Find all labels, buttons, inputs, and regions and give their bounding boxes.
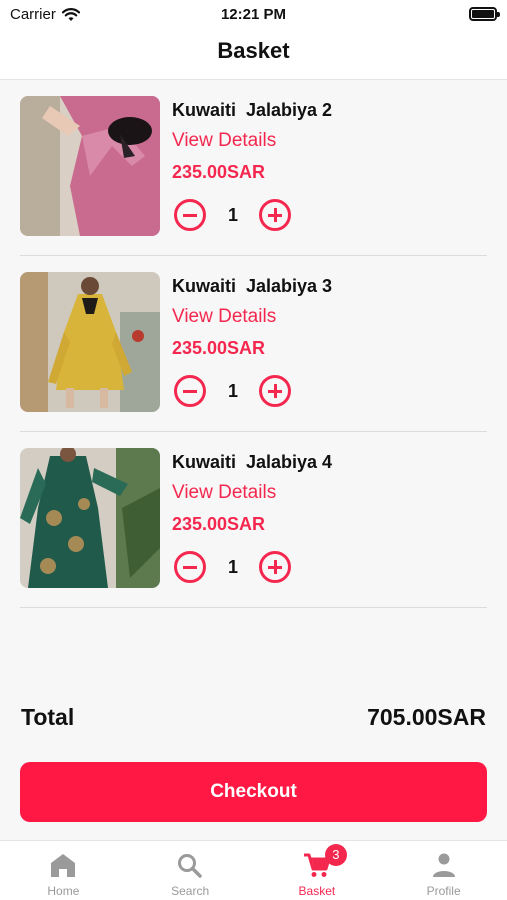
item-price: 235.00SAR xyxy=(172,514,266,534)
tab-home-label: Home xyxy=(47,884,80,898)
total-label: Total xyxy=(21,704,75,730)
basket-item: Kuwaiti Jalabiya 2 View Details 235.00SA… xyxy=(20,80,487,256)
tab-home[interactable]: Home xyxy=(0,841,127,900)
quantity-value: 1 xyxy=(227,381,238,401)
increase-quantity-button[interactable] xyxy=(259,199,291,231)
home-icon xyxy=(48,851,78,879)
basket-count-badge: 3 xyxy=(324,844,347,866)
checkout-button[interactable]: Checkout xyxy=(20,762,487,822)
battery-icon xyxy=(469,7,500,21)
basket-item: Kuwaiti Jalabiya 4 View Details 235.00SA… xyxy=(20,432,487,608)
item-price: 235.00SAR xyxy=(172,162,266,182)
quantity-stepper: 1 xyxy=(172,197,294,233)
view-details-link[interactable]: View Details xyxy=(172,306,276,328)
item-name: Kuwaiti Jalabiya 2 xyxy=(172,100,333,120)
yellow-dress-photo[interactable] xyxy=(20,272,160,412)
quantity-stepper: 1 xyxy=(172,373,294,409)
tab-profile[interactable]: Profile xyxy=(380,841,507,900)
item-name: Kuwaiti Jalabiya 4 xyxy=(172,452,333,472)
status-bar: Carrier 12:21 PM xyxy=(0,0,507,30)
tab-search-label: Search xyxy=(171,884,210,898)
increase-quantity-button[interactable] xyxy=(259,375,291,407)
basket-item: Kuwaiti Jalabiya 3 View Details 235.00SA… xyxy=(20,256,487,432)
quantity-value: 1 xyxy=(227,205,238,225)
decrease-quantity-button[interactable] xyxy=(174,551,206,583)
green-dress-photo[interactable] xyxy=(20,448,160,588)
tab-search[interactable]: Search xyxy=(127,841,254,900)
item-name: Kuwaiti Jalabiya 3 xyxy=(172,276,333,296)
status-time: 12:21 PM xyxy=(220,6,287,23)
total-value: 705.00SAR xyxy=(367,704,486,730)
view-details-link[interactable]: View Details xyxy=(172,482,276,504)
decrease-quantity-button[interactable] xyxy=(174,375,206,407)
search-icon xyxy=(175,851,205,879)
pink-dress-photo[interactable] xyxy=(20,96,160,236)
person-icon xyxy=(429,851,459,879)
total-row: Total 705.00SAR xyxy=(21,704,486,734)
quantity-stepper: 1 xyxy=(172,549,294,585)
page-title: Basket xyxy=(217,38,290,63)
basket-list: Kuwaiti Jalabiya 2 View Details 235.00SA… xyxy=(0,80,507,608)
view-details-link[interactable]: View Details xyxy=(172,130,276,152)
tab-bar: Home Search 3 Basket Profile xyxy=(0,840,507,900)
tab-profile-label: Profile xyxy=(426,884,461,898)
item-price: 235.00SAR xyxy=(172,338,266,358)
tab-basket-label: Basket xyxy=(298,884,336,898)
quantity-value: 1 xyxy=(227,557,238,577)
nav-bar: Basket xyxy=(0,30,507,80)
increase-quantity-button[interactable] xyxy=(259,551,291,583)
tab-basket[interactable]: 3 Basket xyxy=(254,841,381,900)
decrease-quantity-button[interactable] xyxy=(174,199,206,231)
